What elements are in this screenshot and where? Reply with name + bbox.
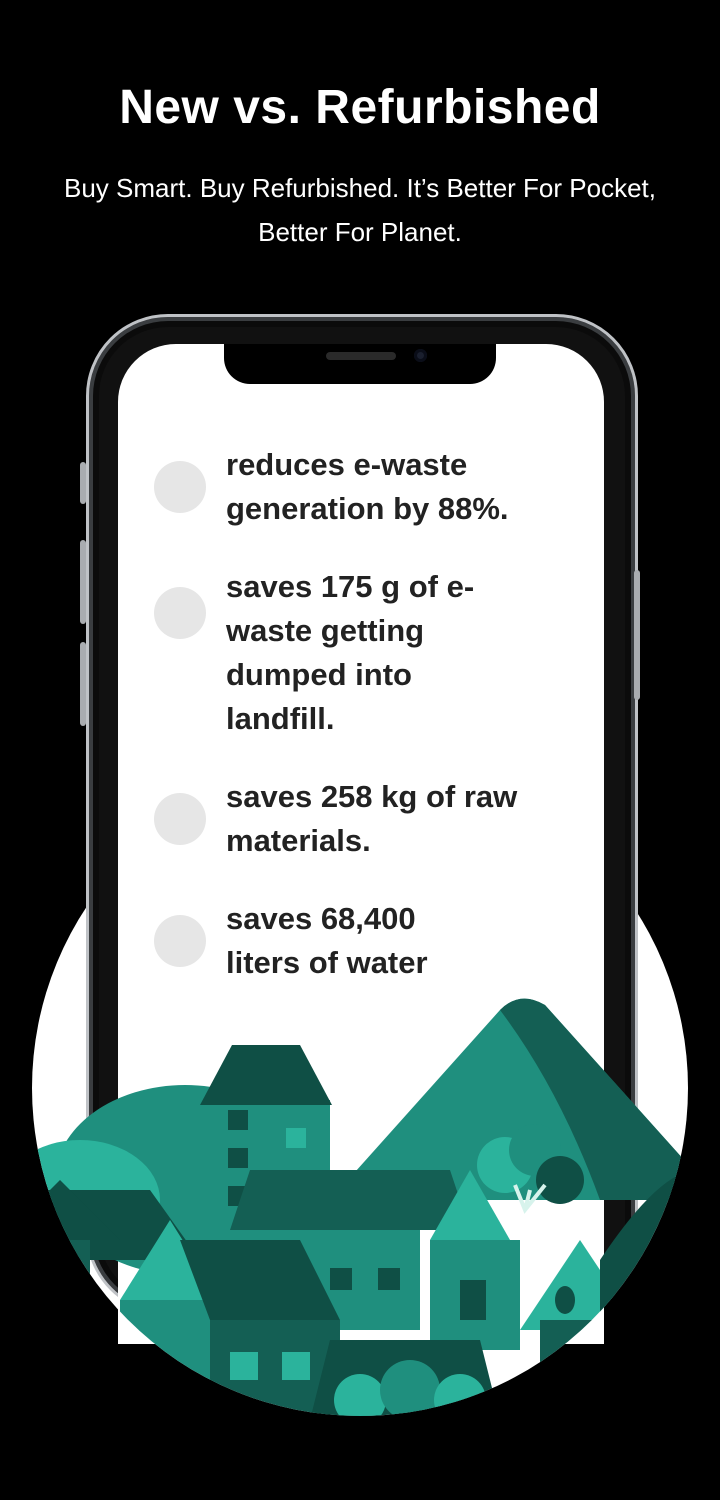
village-illustration [32, 998, 688, 1416]
